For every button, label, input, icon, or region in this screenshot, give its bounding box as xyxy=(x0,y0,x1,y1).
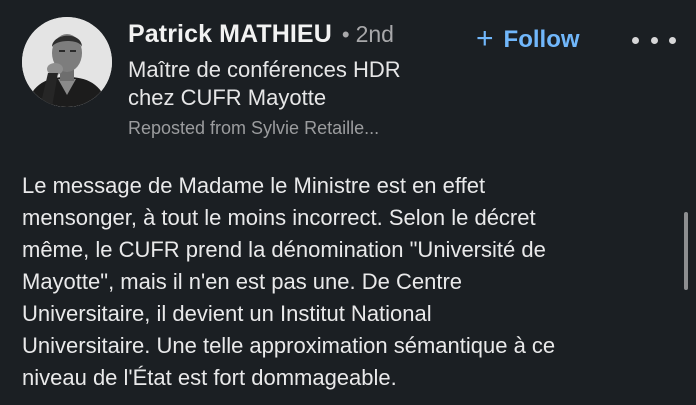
author-info: Patrick MATHIEU • 2nd Maître de conféren… xyxy=(128,20,478,139)
post-body-line: même, le CUFR prend la dénomination "Uni… xyxy=(22,237,546,262)
post-card: Patrick MATHIEU • 2nd Maître de conféren… xyxy=(0,0,696,405)
reposted-from[interactable]: Reposted from Sylvie Retaille... xyxy=(128,118,478,139)
author-name-line: Patrick MATHIEU • 2nd xyxy=(128,20,478,54)
follow-button[interactable]: + Follow xyxy=(476,22,580,55)
more-horizontal-icon-dot xyxy=(650,36,658,44)
author-headline: Maître de conférences HDR chez CUFR Mayo… xyxy=(128,56,478,112)
more-horizontal-icon-dot xyxy=(669,36,676,44)
post-body-line: mensonger, à tout le moins incorrect. Se… xyxy=(22,205,536,230)
headline-line: Maître de conférences HDR xyxy=(128,57,401,82)
post-body-line: niveau de l'État est fort dommageable. xyxy=(22,365,397,390)
post-body-line: Universitaire. Une telle approximation s… xyxy=(22,333,556,358)
author-avatar[interactable] xyxy=(22,17,112,107)
more-options-button[interactable] xyxy=(632,30,676,50)
post-body-line: Mayotte", mais il n'en est pas une. De C… xyxy=(22,269,462,294)
author-name[interactable]: Patrick MATHIEU xyxy=(128,20,332,49)
post-body: Le message de Madame le Ministre est en … xyxy=(22,170,672,394)
connection-degree: 2nd xyxy=(355,21,394,47)
post-body-line: Universitaire, il devient un Institut Na… xyxy=(22,301,432,326)
scrollbar-thumb[interactable] xyxy=(684,212,688,290)
follow-label: Follow xyxy=(503,26,580,53)
more-horizontal-icon-dot xyxy=(632,36,639,44)
plus-icon: + xyxy=(476,22,494,55)
author-photo-image xyxy=(22,17,112,107)
headline-line: chez CUFR Mayotte xyxy=(128,85,327,110)
post-body-line: Le message de Madame le Ministre est en … xyxy=(22,173,486,198)
separator-dot: • xyxy=(341,22,350,47)
